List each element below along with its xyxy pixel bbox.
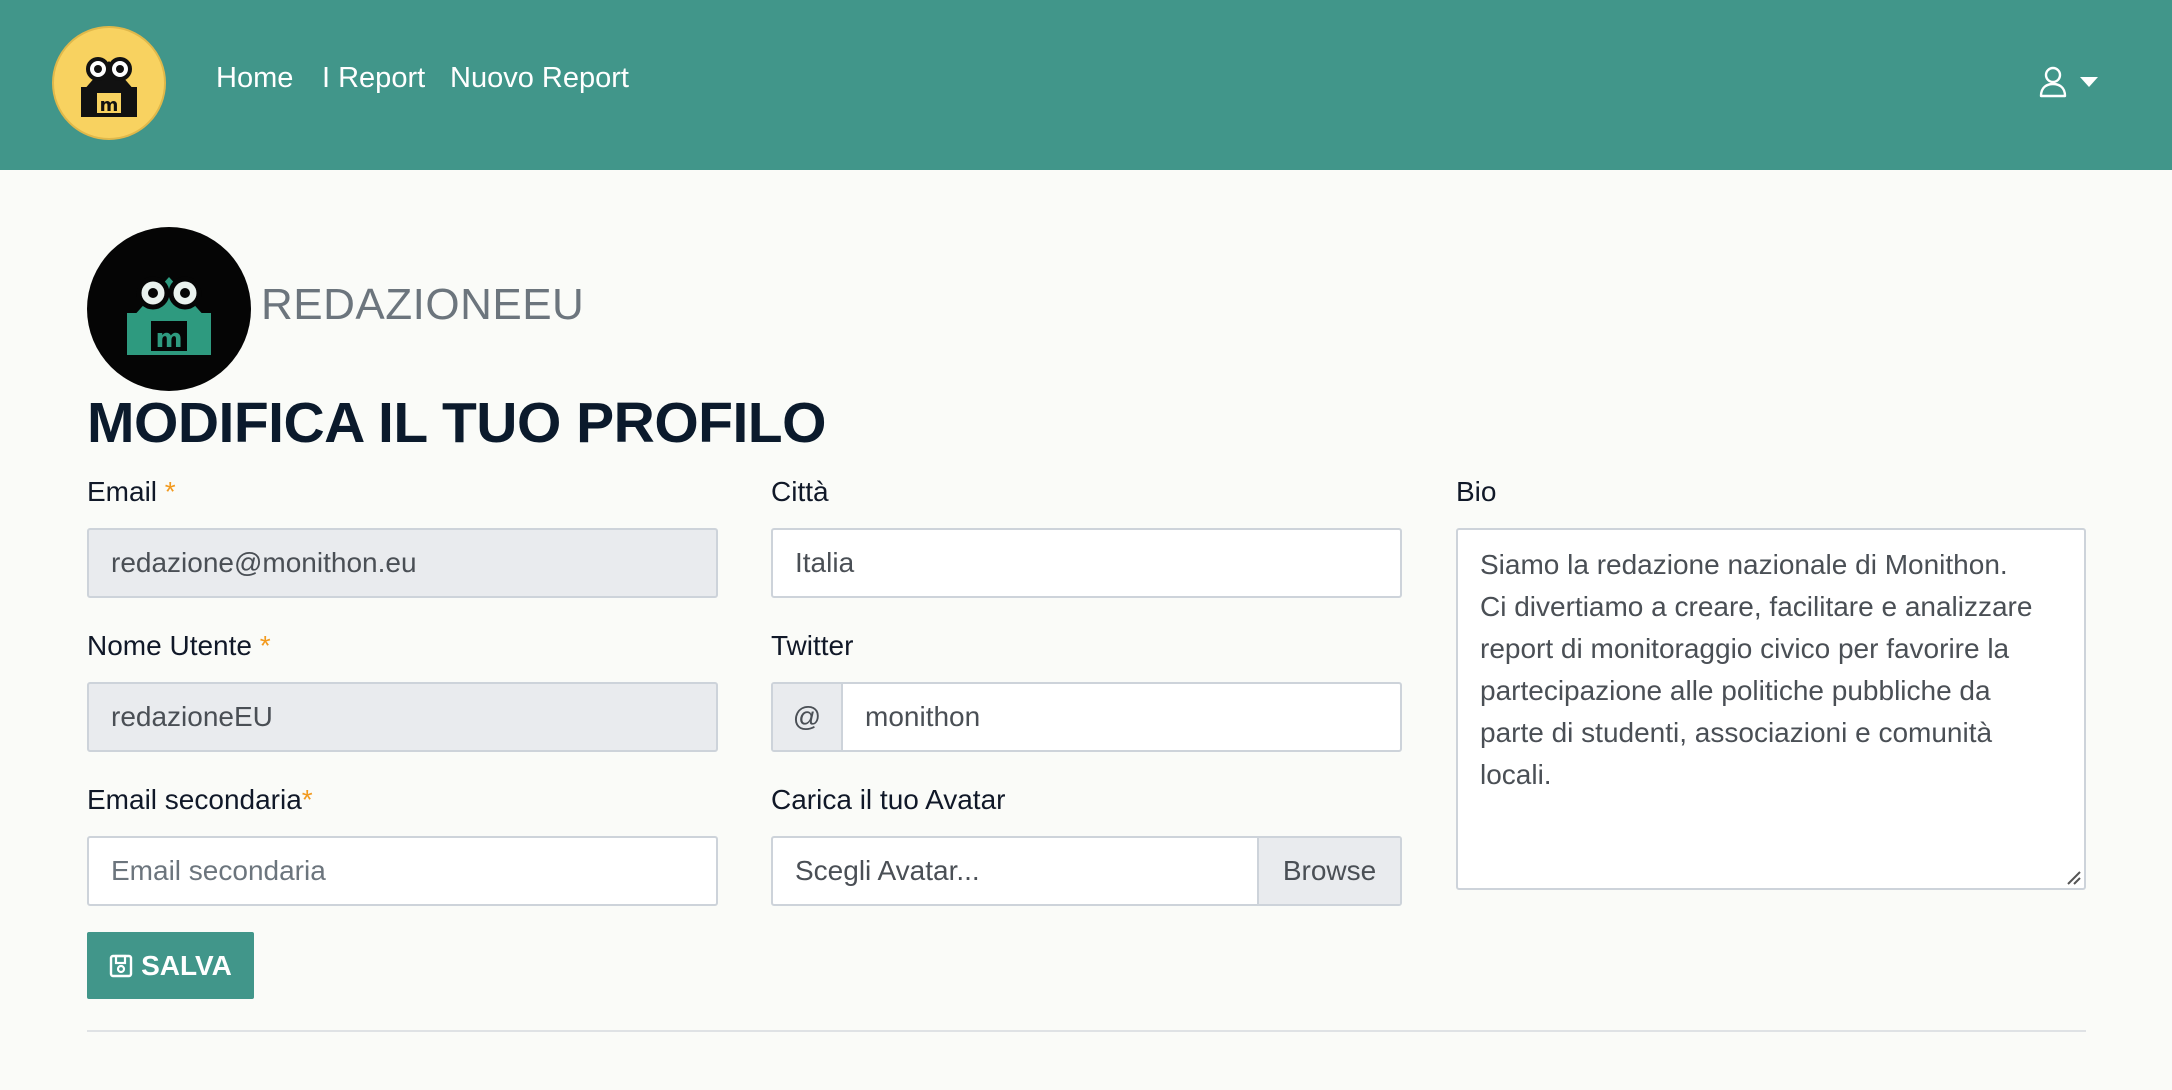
profile-username: REDAZIONEEU — [261, 280, 585, 329]
resize-handle-icon[interactable] — [2064, 868, 2082, 886]
divider — [87, 1030, 2086, 1032]
bio-label: Bio — [1456, 476, 1497, 507]
save-icon — [109, 954, 133, 977]
avatar-file-input[interactable]: Scegli Avatar... — [773, 838, 1257, 904]
twitter-input-group: @ monithon — [771, 682, 1402, 752]
user-menu-toggle[interactable] — [2038, 62, 2102, 102]
bio-line: report di monitoraggio civico per favori… — [1480, 633, 2010, 664]
twitter-label: Twitter — [771, 630, 854, 661]
caret-down-icon — [2080, 77, 2098, 87]
svg-text:m: m — [100, 95, 119, 116]
bio-line: Ci divertiamo a creare, facilitare e ana… — [1480, 591, 2033, 622]
avatar-upload-label: Carica il tuo Avatar — [771, 784, 1006, 815]
twitter-at-prefix: @ — [773, 684, 843, 750]
city-field[interactable]: Italia — [771, 528, 1402, 598]
username-label: Nome Utente * — [87, 630, 271, 661]
required-mark: * — [164, 476, 176, 507]
bio-line: parte di studenti, associazioni e comuni… — [1480, 717, 1993, 748]
nav-new-report-link[interactable]: Nuovo Report — [450, 62, 629, 95]
bio-line: locali. — [1480, 759, 1552, 790]
monithon-logo-icon[interactable]: m — [51, 25, 167, 141]
top-navbar: m Home I Report Nuovo Report — [0, 0, 2172, 170]
page-title: MODIFICA IL TUO PROFILO — [87, 391, 826, 455]
secondary-email-field[interactable]: Email secondaria — [87, 836, 718, 906]
email-field[interactable]: redazione@monithon.eu — [87, 528, 718, 598]
bio-textarea[interactable]: Siamo la redazione nazionale di Monithon… — [1456, 528, 2086, 890]
bio-line: partecipazione alle politiche pubbliche … — [1480, 675, 1991, 706]
nav-home-link[interactable]: Home — [216, 62, 293, 95]
username-field[interactable]: redazioneEU — [87, 682, 718, 752]
nav-reports-link[interactable]: I Report — [322, 62, 425, 95]
secondary-email-label: Email secondaria* — [87, 784, 313, 815]
twitter-field[interactable]: monithon — [843, 684, 1400, 750]
user-icon — [2039, 66, 2067, 98]
required-mark: * — [301, 784, 313, 815]
svg-text:m: m — [155, 324, 182, 354]
profile-avatar: m — [87, 227, 251, 391]
required-mark: * — [259, 630, 271, 661]
city-label: Città — [771, 476, 829, 507]
email-label: Email * — [87, 476, 176, 507]
bio-line: Siamo la redazione nazionale di Monithon… — [1480, 549, 2008, 580]
avatar-upload-group: Scegli Avatar... Browse — [771, 836, 1402, 906]
save-button-label: SALVA — [141, 949, 232, 981]
browse-button[interactable]: Browse — [1257, 838, 1400, 904]
save-button[interactable]: SALVA — [87, 932, 254, 999]
